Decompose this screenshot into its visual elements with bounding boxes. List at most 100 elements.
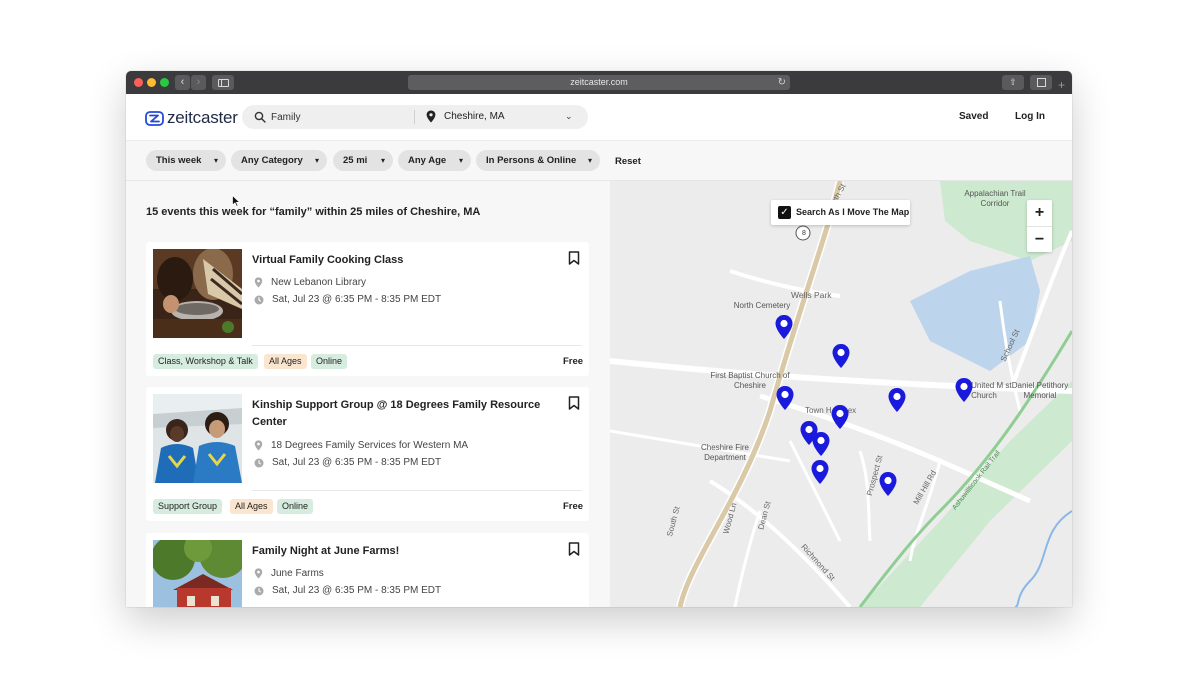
map-place-label: Appalachian Trail Corridor [964, 189, 1026, 208]
location-pin-icon [426, 110, 436, 123]
bookmark-icon[interactable] [568, 396, 580, 410]
age-tag: All Ages [230, 499, 273, 514]
map[interactable]: 8 Appalachian Trail Corridor North Cemet… [610, 181, 1072, 607]
search-input[interactable] [271, 105, 411, 129]
clock-icon [254, 295, 264, 304]
map-place-label: Wells Park [791, 290, 832, 300]
zoom-window-button[interactable] [160, 78, 169, 87]
age-filter[interactable]: Any Age ▾ [398, 150, 471, 171]
address-text: zeitcaster.com [570, 77, 628, 87]
chevron-down-icon: ▾ [213, 156, 218, 165]
sidebar-toggle-icon[interactable] [212, 75, 234, 90]
category-tag: Class, Workshop & Talk [153, 354, 258, 369]
mouse-cursor-icon [232, 195, 240, 207]
browser-titlebar: ‹ › zeitcaster.com ↻ ⇧ + [126, 71, 1072, 94]
map-pin-icon[interactable] [887, 387, 907, 413]
back-button[interactable]: ‹ [175, 75, 190, 90]
category-tag: Support Group [153, 499, 223, 514]
chevron-down-icon: ▾ [314, 156, 319, 165]
event-location: June Farms [271, 568, 324, 579]
checkbox-checked-icon[interactable]: ✓ [778, 206, 791, 219]
event-image [153, 540, 242, 607]
logo[interactable]: zeitcaster [145, 108, 238, 128]
event-location-row: New Lebanon Library [254, 277, 366, 288]
category-filter-label: Any Category [241, 155, 303, 166]
logo-text: zeitcaster [167, 108, 238, 127]
map-pin-icon[interactable] [810, 459, 830, 485]
event-location-row: June Farms [254, 568, 324, 579]
map-toggle-label: Search As I Move The Map [796, 207, 910, 217]
login-link[interactable]: Log In [1015, 111, 1045, 122]
address-bar[interactable]: zeitcaster.com ↻ [408, 75, 790, 90]
event-time-row: Sat, Jul 23 @ 6:35 PM - 8:35 PM EDT [254, 294, 441, 305]
map-place-label: North Cemetery [733, 301, 791, 310]
map-pin-icon[interactable] [811, 431, 831, 457]
location-select[interactable]: Cheshire, MA [444, 111, 505, 122]
category-filter[interactable]: Any Category ▾ [231, 150, 327, 171]
date-filter[interactable]: This week ▾ [146, 150, 226, 171]
zoom-out-button[interactable]: − [1027, 226, 1052, 252]
event-time-row: Sat, Jul 23 @ 6:35 PM - 8:35 PM EDT [254, 457, 441, 468]
location-pin-icon [254, 568, 263, 579]
map-pin-icon[interactable] [878, 471, 898, 497]
card-divider [252, 345, 582, 346]
saved-link[interactable]: Saved [959, 111, 988, 122]
reset-filters-button[interactable]: Reset [615, 156, 641, 167]
date-filter-label: This week [156, 155, 202, 166]
event-time: Sat, Jul 23 @ 6:35 PM - 8:35 PM EDT [272, 457, 442, 468]
map-pin-icon[interactable] [774, 314, 794, 340]
forward-button[interactable]: › [191, 75, 206, 90]
event-title[interactable]: Family Night at June Farms! [252, 543, 552, 560]
distance-filter[interactable]: 25 mi ▾ [333, 150, 393, 171]
map-place-label: Cheshire Fire Department [700, 443, 749, 462]
new-tab-icon[interactable]: + [1058, 79, 1065, 91]
event-time: Sat, Jul 23 @ 6:35 PM - 8:35 PM EDT [272, 294, 442, 305]
event-location: New Lebanon Library [271, 277, 367, 288]
tab-overview-icon[interactable] [1030, 75, 1052, 90]
search-bar: Cheshire, MA ⌄ [242, 105, 588, 129]
bookmark-icon[interactable] [568, 542, 580, 556]
route-marker: 8 [802, 230, 806, 237]
event-title[interactable]: Kinship Support Group @ 18 Degrees Famil… [252, 397, 552, 431]
location-pin-icon [254, 440, 263, 451]
event-location: 18 Degrees Family Services for Western M… [271, 440, 469, 451]
chevron-down-icon[interactable]: ⌄ [565, 111, 573, 122]
map-pin-icon[interactable] [830, 404, 850, 430]
event-price: Free [563, 356, 584, 367]
card-divider [252, 490, 582, 491]
clock-icon [254, 458, 264, 467]
format-tag: Online [277, 499, 314, 514]
logo-mark-icon [145, 110, 164, 126]
close-window-button[interactable] [134, 78, 143, 87]
location-pin-icon [254, 277, 263, 288]
format-filter[interactable]: In Persons & Online ▾ [476, 150, 600, 171]
age-tag: All Ages [264, 354, 307, 369]
search-as-map-moves-toggle[interactable]: ✓ Search As I Move The Map [771, 200, 910, 225]
map-pin-icon[interactable] [775, 385, 795, 411]
event-price: Free [563, 501, 584, 512]
event-card[interactable]: Kinship Support Group @ 18 Degrees Famil… [146, 387, 589, 521]
distance-filter-label: 25 mi [343, 155, 368, 166]
map-pin-icon[interactable] [954, 377, 974, 403]
event-card[interactable]: Virtual Family Cooking Class New Lebanon… [146, 242, 589, 376]
format-filter-label: In Persons & Online [486, 155, 577, 166]
zoom-in-button[interactable]: + [1027, 200, 1052, 226]
site-header: zeitcaster Cheshire, MA ⌄ Saved Log In [126, 94, 1072, 141]
minimize-window-button[interactable] [147, 78, 156, 87]
event-image [153, 394, 242, 483]
search-divider [414, 110, 415, 124]
zoom-control: + − [1027, 200, 1052, 252]
event-time: Sat, Jul 23 @ 6:35 PM - 8:35 PM EDT [272, 585, 442, 596]
reload-icon[interactable]: ↻ [778, 75, 786, 90]
bookmark-icon[interactable] [568, 251, 580, 265]
browser-window: ‹ › zeitcaster.com ↻ ⇧ + zeitcaster Fami… [126, 71, 1072, 607]
event-image [153, 249, 242, 338]
results-list: 15 events this week for “family” within … [126, 181, 610, 607]
chevron-down-icon: ▾ [380, 156, 385, 165]
share-icon[interactable]: ⇧ [1002, 75, 1024, 90]
event-card[interactable]: Family Night at June Farms! June Farms S… [146, 533, 589, 607]
map-pin-icon[interactable] [831, 343, 851, 369]
format-tag: Online [311, 354, 348, 369]
event-title[interactable]: Virtual Family Cooking Class [252, 252, 552, 269]
chevron-down-icon: ▾ [587, 156, 592, 165]
